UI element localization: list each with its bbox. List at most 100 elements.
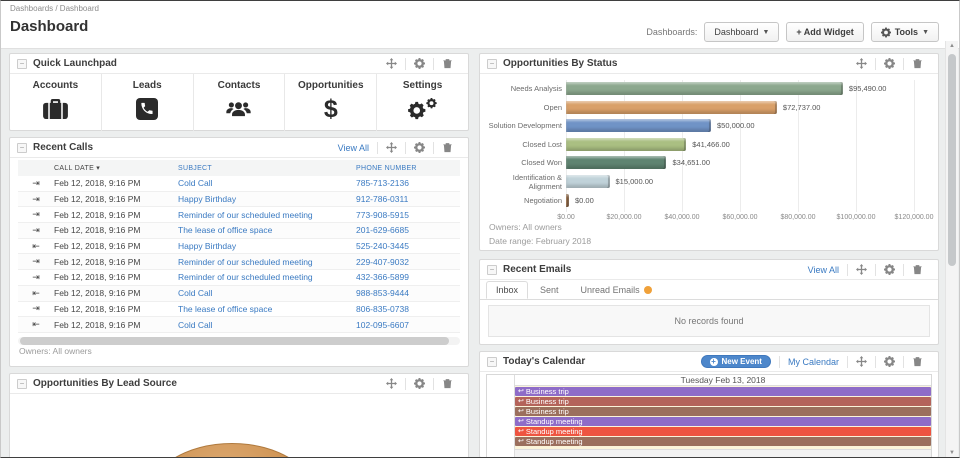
value-label: $41,466.00 — [692, 140, 730, 149]
move-icon[interactable] — [855, 263, 868, 276]
tab-unread-emails[interactable]: Unread Emails — [571, 281, 662, 299]
value-label: $72,737.00 — [783, 103, 821, 112]
calendar-event[interactable]: ↩Standup meeting — [515, 427, 931, 436]
move-icon[interactable] — [855, 57, 868, 70]
dashboard-select[interactable]: Dashboard ▼ — [704, 22, 779, 42]
gear-icon[interactable] — [883, 355, 896, 368]
call-date: Feb 12, 2018, 9:16 PM — [54, 225, 178, 235]
tab-inbox[interactable]: Inbox — [486, 281, 528, 299]
collapse-icon[interactable]: − — [487, 357, 497, 367]
bar — [566, 82, 843, 95]
call-phone-link[interactable]: 785-713-2136 — [356, 178, 460, 188]
widget-title: Recent Emails — [503, 264, 571, 275]
category-label: Closed Won — [480, 158, 562, 167]
collapse-icon[interactable]: − — [17, 379, 27, 389]
inbound-call-icon: ⇤ — [18, 241, 54, 252]
call-subject-link[interactable]: Cold Call — [178, 320, 356, 330]
call-phone-link[interactable]: 525-240-3445 — [356, 241, 460, 251]
value-label: $95,490.00 — [849, 84, 887, 93]
gear-icon[interactable] — [413, 57, 426, 70]
scroll-up-icon[interactable]: ▲ — [946, 43, 958, 49]
widget-title: Today's Calendar — [503, 356, 585, 367]
calendar-event[interactable]: ↩Standup meeting — [515, 417, 931, 426]
trash-icon[interactable] — [441, 377, 454, 390]
scrollbar-thumb[interactable] — [948, 54, 956, 266]
call-date: Feb 12, 2018, 9:16 PM — [54, 194, 178, 204]
call-subject-link[interactable]: Happy Birthday — [178, 241, 356, 251]
call-subject-link[interactable]: Reminder of our scheduled meeting — [178, 257, 356, 267]
table-row: ⇥Feb 12, 2018, 9:16 PMReminder of our sc… — [18, 270, 460, 286]
scroll-down-icon[interactable]: ▼ — [946, 450, 958, 456]
trash-icon[interactable] — [911, 57, 924, 70]
call-phone-link[interactable]: 988-853-9444 — [356, 288, 460, 298]
category-label: Negotiation — [480, 196, 562, 205]
trash-icon[interactable] — [911, 355, 924, 368]
add-widget-button[interactable]: + Add Widget — [786, 22, 863, 42]
value-label: $34,651.00 — [672, 158, 710, 167]
column-subject[interactable]: SUBJECT — [178, 165, 356, 172]
value-label: $0.00 — [575, 196, 594, 205]
new-event-button[interactable]: + New Event — [701, 355, 771, 368]
call-subject-link[interactable]: Reminder of our scheduled meeting — [178, 272, 356, 282]
launchpad-item-opportunities[interactable]: Opportunities$ — [285, 74, 377, 131]
gear-icon[interactable] — [413, 141, 426, 154]
event-label: Business trip — [526, 397, 569, 406]
calendar-event[interactable]: ↩Business trip — [515, 397, 931, 406]
gear-icon[interactable] — [883, 57, 896, 70]
call-phone-link[interactable]: 912-786-0311 — [356, 194, 460, 204]
call-phone-link[interactable]: 102-095-6607 — [356, 320, 460, 330]
tab-sent[interactable]: Sent — [530, 281, 569, 299]
column-phone-number[interactable]: PHONE NUMBER — [356, 165, 460, 172]
call-phone-link[interactable]: 432-366-5899 — [356, 272, 460, 282]
calendar-event[interactable]: ↩Business trip — [515, 387, 931, 396]
call-phone-link[interactable]: 773-908-5915 — [356, 210, 460, 220]
launchpad-item-accounts[interactable]: Accounts — [10, 74, 102, 131]
launchpad-item-settings[interactable]: Settings — [377, 74, 468, 131]
call-subject-link[interactable]: Cold Call — [178, 288, 356, 298]
launchpad-item-leads[interactable]: Leads — [102, 74, 194, 131]
trash-icon[interactable] — [441, 57, 454, 70]
horizontal-scrollbar[interactable] — [18, 337, 460, 345]
call-subject-link[interactable]: Happy Birthday — [178, 194, 356, 204]
chart-row: Identification & Alignment$15,000.00 — [480, 175, 938, 188]
gear-icon[interactable] — [413, 377, 426, 390]
scrollbar-thumb[interactable] — [20, 337, 449, 345]
collapse-icon[interactable]: − — [17, 59, 27, 69]
view-all-link[interactable]: View All — [808, 265, 839, 275]
gear-icon — [881, 27, 891, 37]
call-subject-link[interactable]: Reminder of our scheduled meeting — [178, 210, 356, 220]
move-icon[interactable] — [855, 355, 868, 368]
calendar-date-header: Tuesday Feb 13, 2018 — [515, 375, 931, 386]
call-phone-link[interactable]: 201-629-6685 — [356, 225, 460, 235]
trash-icon[interactable] — [441, 141, 454, 154]
my-calendar-link[interactable]: My Calendar — [788, 357, 839, 367]
reply-arrow-icon: ↩ — [518, 437, 524, 446]
call-subject-link[interactable]: The lease of office space — [178, 304, 356, 314]
collapse-icon[interactable]: − — [487, 265, 497, 275]
move-icon[interactable] — [385, 377, 398, 390]
launchpad-item-contacts[interactable]: Contacts — [194, 74, 286, 131]
gear-icon[interactable] — [883, 263, 896, 276]
calendar-event[interactable]: ↩Business trip — [515, 407, 931, 416]
bar — [566, 101, 777, 114]
view-all-link[interactable]: View All — [338, 143, 369, 153]
vertical-scrollbar[interactable]: ▲ ▼ — [945, 41, 958, 458]
outbound-call-icon: ⇥ — [18, 209, 54, 220]
move-icon[interactable] — [385, 141, 398, 154]
move-icon[interactable] — [385, 57, 398, 70]
tools-button[interactable]: Tools ▼ — [871, 22, 939, 42]
call-phone-link[interactable]: 229-407-9032 — [356, 257, 460, 267]
collapse-icon[interactable]: − — [487, 59, 497, 69]
launchpad-item-label: Settings — [403, 80, 442, 91]
call-subject-link[interactable]: The lease of office space — [178, 225, 356, 235]
breadcrumb[interactable]: Dashboards / Dashboard — [10, 4, 99, 13]
calendar-event[interactable]: ↩Standup meeting — [515, 437, 931, 446]
call-phone-link[interactable]: 806-835-0738 — [356, 304, 460, 314]
launchpad-item-label: Contacts — [218, 80, 261, 91]
call-subject-link[interactable]: Cold Call — [178, 178, 356, 188]
outbound-call-icon: ⇥ — [18, 194, 54, 205]
collapse-icon[interactable]: − — [17, 143, 27, 153]
column-call-date[interactable]: CALL DATE ▾ — [54, 164, 178, 172]
trash-icon[interactable] — [911, 263, 924, 276]
call-date: Feb 12, 2018, 9:16 PM — [54, 257, 178, 267]
